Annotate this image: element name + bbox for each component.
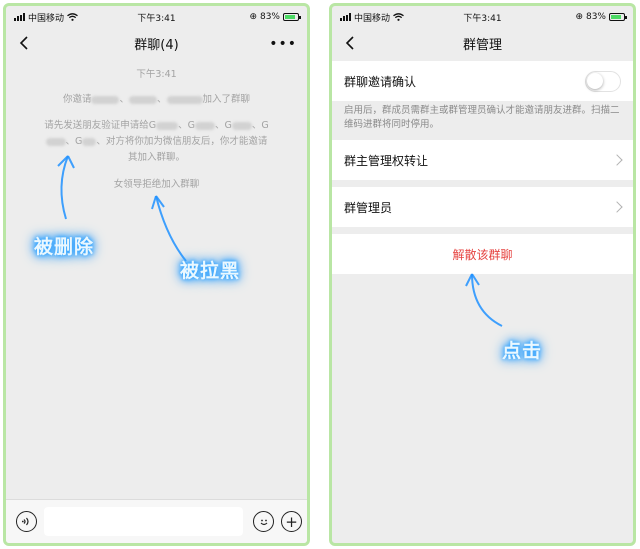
annotation-blocked: 被拉黑 — [180, 260, 241, 282]
group-management-screen: 中国移动 下午3:41 ⊕ 83% 群管理 群聊邀请确认 启用后，群成员需群主或… — [329, 3, 636, 546]
group-chat-screen: 中国移动 下午3:41 ⊕ 83% 群聊(4) ••• 下午3:41 你邀请、、… — [3, 3, 310, 546]
annotation-arrows — [57, 155, 187, 262]
annotation-deleted: 被删除 — [34, 236, 95, 258]
annotation-arrows — [465, 273, 503, 327]
annotation-click: 点击 — [502, 340, 543, 362]
